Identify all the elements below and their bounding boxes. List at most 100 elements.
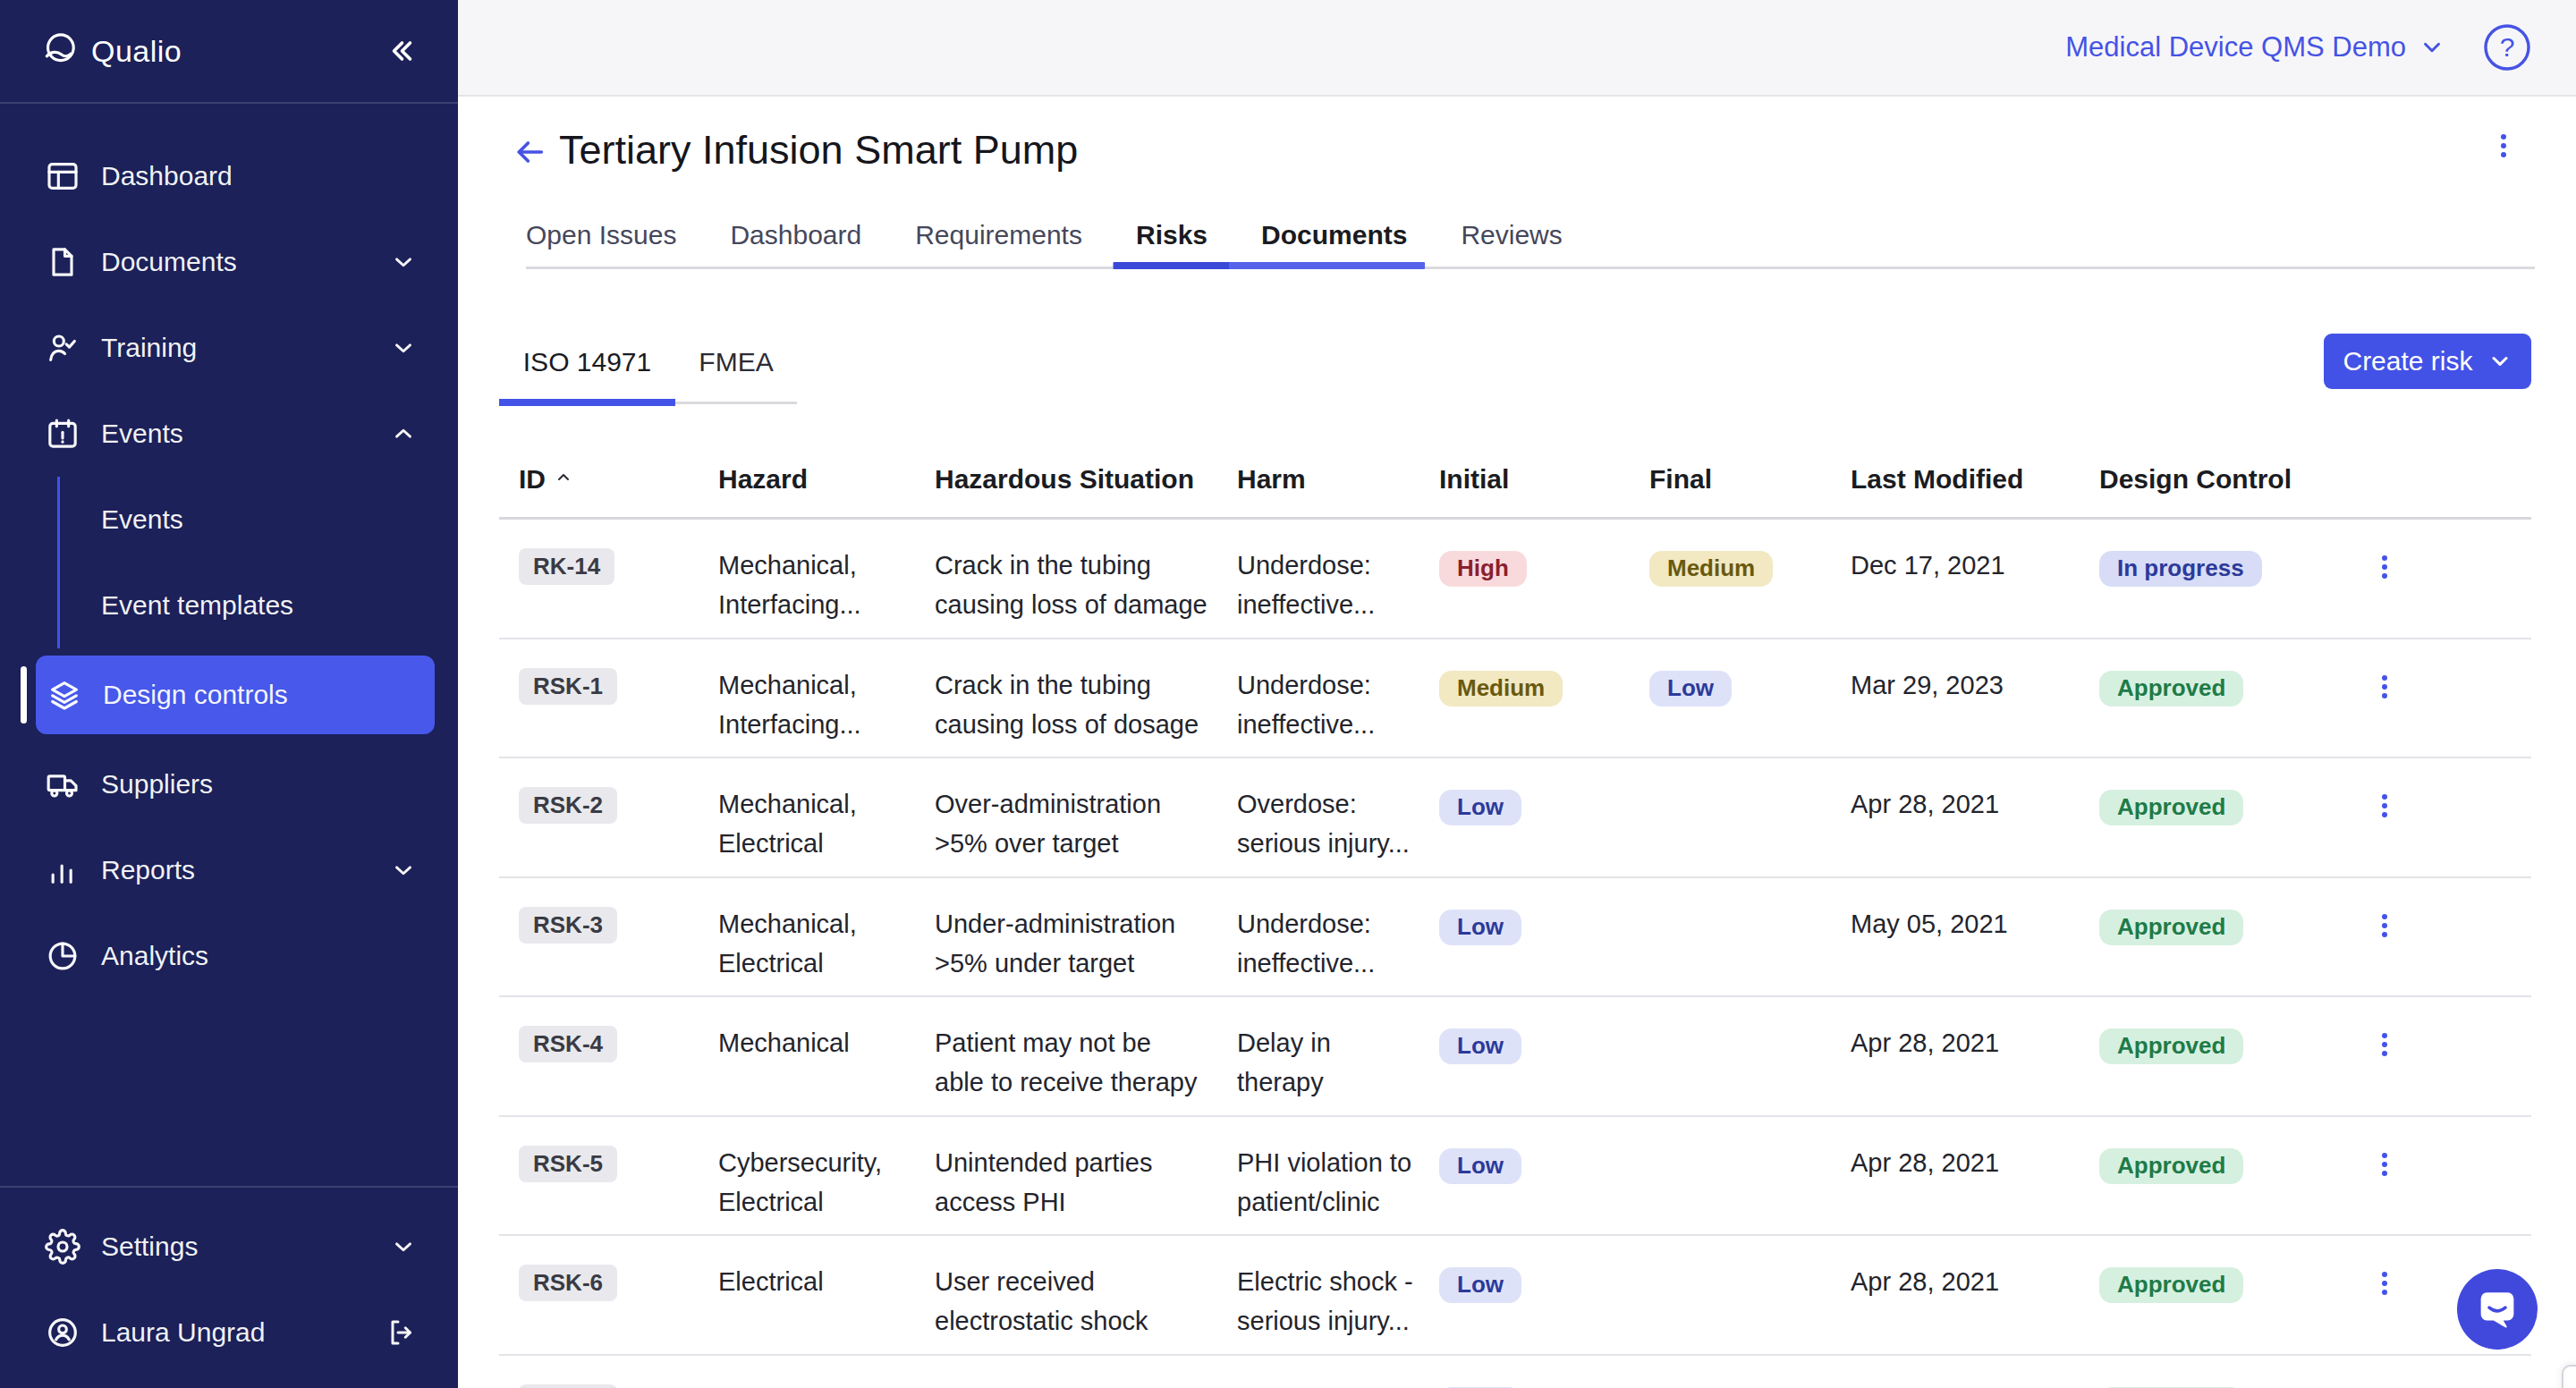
column-label: ID — [519, 464, 546, 495]
active-indicator — [21, 666, 27, 724]
harm-cell: Underdose: ineffective... — [1237, 878, 1439, 996]
final-risk-badge: Low — [1649, 639, 1851, 757]
design-control-status-badge: Approved — [2099, 1117, 2334, 1235]
analytics-icon — [45, 938, 80, 974]
sidebar-item-analytics[interactable]: Analytics — [0, 913, 458, 999]
sidebar-item-label: Design controls — [103, 680, 288, 710]
initial-risk-badge: Medium — [1439, 639, 1649, 757]
help-button[interactable]: ? — [2483, 23, 2531, 72]
column-header-harm[interactable]: Harm — [1237, 464, 1439, 495]
logout-icon[interactable] — [385, 1316, 417, 1349]
hazardous-situation-cell: Patient may not be able to receive thera… — [935, 997, 1237, 1115]
sidebar-item-reports[interactable]: Reports — [0, 827, 458, 913]
tab-risks[interactable]: Risks — [1136, 207, 1208, 267]
row-kebab-menu[interactable] — [2334, 520, 2531, 638]
last-modified-cell: Apr 28, 2021 — [1851, 1236, 2099, 1354]
tab-reviews[interactable]: Reviews — [1461, 207, 1562, 267]
sidebar-item-settings[interactable]: Settings — [0, 1204, 458, 1290]
row-kebab-menu[interactable] — [2334, 1356, 2531, 1388]
column-header-hazardous-situation[interactable]: Hazardous Situation — [935, 464, 1237, 495]
sidebar-item-documents[interactable]: Documents — [0, 219, 458, 305]
last-modified-cell: Mar 29, 2023 — [1851, 639, 2099, 757]
hazard-cell: Mechanical, Electrical — [718, 758, 935, 876]
sidebar-footer: SettingsLaura Ungrad — [0, 1186, 458, 1375]
svg-text:?: ? — [2500, 32, 2515, 62]
page-title: Tertiary Infusion Smart Pump — [559, 127, 1078, 174]
row-kebab-menu[interactable] — [2334, 758, 2531, 876]
collapse-sidebar-icon[interactable] — [385, 35, 417, 67]
row-kebab-menu[interactable] — [2334, 639, 2531, 757]
harm-cell: Delay in therapy — [1237, 997, 1439, 1115]
brand-name: Qualio — [91, 34, 182, 69]
tab-documents[interactable]: Documents — [1261, 207, 1407, 267]
page-kebab-menu[interactable] — [2487, 120, 2520, 172]
sidebar-item-laura-ungrad[interactable]: Laura Ungrad — [0, 1290, 458, 1375]
risk-id-badge: RSK-1 — [499, 639, 718, 757]
sidebar-item-event-templates-sub[interactable]: Event templates — [0, 563, 458, 648]
harm-cell: Electric shock - serious injury... — [1237, 1236, 1439, 1354]
tab-dashboard[interactable]: Dashboard — [730, 207, 861, 267]
risk-row-rsk-5[interactable]: RSK-5Cybersecurity, ElectricalUnintended… — [499, 1117, 2531, 1237]
risk-id-badge: RSK-5 — [499, 1117, 718, 1235]
column-header-last-modified[interactable]: Last Modified — [1851, 464, 2099, 495]
tab-open-issues[interactable]: Open Issues — [526, 207, 676, 267]
harm-cell: Underdose: ineffective... — [1237, 639, 1439, 757]
chat-icon — [2471, 1283, 2523, 1335]
workspace-switcher[interactable]: Medical Device QMS Demo — [2065, 31, 2445, 63]
sidebar-item-design-controls[interactable]: Design controls — [36, 656, 435, 734]
sidebar-item-events-sub[interactable]: Events — [0, 477, 458, 563]
tab-label: Requirements — [915, 220, 1082, 250]
last-modified-cell: Apr 28, 2021 — [1851, 1117, 2099, 1235]
sidebar-item-label: Reports — [101, 855, 195, 885]
sidebar-item-label: Documents — [101, 247, 237, 277]
sidebar-item-training[interactable]: Training — [0, 305, 458, 391]
column-header-id[interactable]: ID — [499, 464, 718, 495]
hazardous-situation-cell: Unintended parties access PHI — [935, 1117, 1237, 1235]
risk-row-rsk-7[interactable]: RSK-7LowApproved — [499, 1356, 2531, 1388]
hazardous-situation-cell — [935, 1356, 1237, 1388]
last-modified-cell: Apr 28, 2021 — [1851, 758, 2099, 876]
risk-row-rsk-6[interactable]: RSK-6ElectricalUser received electrostat… — [499, 1236, 2531, 1356]
initial-risk-badge: Low — [1439, 758, 1649, 876]
risk-row-rsk-3[interactable]: RSK-3Mechanical, ElectricalUnder-adminis… — [499, 878, 2531, 998]
risk-row-rsk-1[interactable]: RSK-1Mechanical, Interfacing...Crack in … — [499, 639, 2531, 759]
subtab-label: ISO 14971 — [523, 347, 651, 377]
column-header-final[interactable]: Final — [1649, 464, 1851, 495]
subtab-iso-14971[interactable]: ISO 14971 — [499, 322, 675, 402]
harm-cell: Overdose: serious injury... — [1237, 758, 1439, 876]
row-kebab-menu[interactable] — [2334, 1117, 2531, 1235]
sidebar-item-label: Training — [101, 333, 197, 363]
column-header-initial[interactable]: Initial — [1439, 464, 1649, 495]
last-modified-cell: Apr 28, 2021 — [1851, 997, 2099, 1115]
hazardous-situation-cell: Under-administration >5% under target — [935, 878, 1237, 996]
create-risk-button[interactable]: Create risk — [2324, 334, 2531, 389]
harm-cell — [1237, 1356, 1439, 1388]
table-header-row: ID HazardHazardous SituationHarmInitialFi… — [499, 441, 2531, 520]
sidebar-item-label: Dashboard — [101, 161, 233, 191]
qualio-logo-icon — [41, 30, 79, 72]
hazardous-situation-cell: Crack in the tubing causing loss of dosa… — [935, 639, 1237, 757]
back-arrow-icon[interactable] — [510, 132, 549, 172]
sidebar-item-dashboard[interactable]: Dashboard — [0, 133, 458, 219]
chevron-down-icon — [390, 249, 417, 275]
row-kebab-menu[interactable] — [2334, 997, 2531, 1115]
risk-row-rk-14[interactable]: RK-14Mechanical, Interfacing...Crack in … — [499, 520, 2531, 639]
design-control-status-badge: Approved — [2099, 997, 2334, 1115]
column-header-design-control[interactable]: Design Control — [2099, 464, 2334, 495]
tab-requirements[interactable]: Requirements — [915, 207, 1082, 267]
sidebar-item-events[interactable]: Events — [0, 391, 458, 477]
chat-launcher-button[interactable] — [2457, 1269, 2538, 1350]
column-header-hazard[interactable]: Hazard — [718, 464, 935, 495]
risk-id-badge: RSK-7 — [499, 1356, 718, 1388]
active-tab-indicator — [1114, 262, 1231, 269]
subtab-fmea[interactable]: FMEA — [675, 322, 797, 402]
row-kebab-menu[interactable] — [2334, 878, 2531, 996]
sidebar-item-suppliers[interactable]: Suppliers — [0, 741, 458, 827]
design-control-status-badge: Approved — [2099, 878, 2334, 996]
risk-row-rsk-2[interactable]: RSK-2Mechanical, ElectricalOver-administ… — [499, 758, 2531, 878]
tab-label: Open Issues — [526, 220, 676, 250]
risk-row-rsk-4[interactable]: RSK-4MechanicalPatient may not be able t… — [499, 997, 2531, 1117]
initial-risk-badge: High — [1439, 520, 1649, 638]
chevron-down-icon — [2419, 34, 2445, 61]
hazardous-situation-cell: Over-administration >5% over target — [935, 758, 1237, 876]
